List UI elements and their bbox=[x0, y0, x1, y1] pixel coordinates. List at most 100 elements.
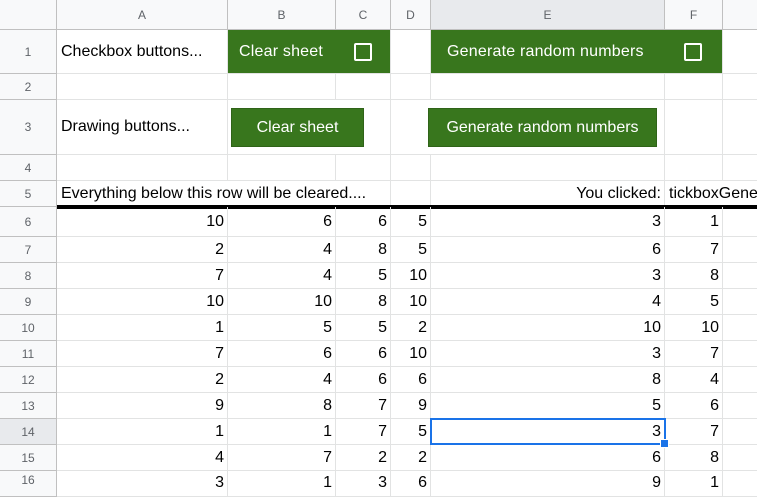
cell-c8[interactable]: 5 bbox=[336, 263, 391, 289]
cell-b14[interactable]: 1 bbox=[228, 419, 336, 445]
cell-b16[interactable]: 1 bbox=[228, 471, 336, 497]
cell-g14[interactable] bbox=[723, 419, 757, 445]
cell-a15[interactable]: 4 bbox=[57, 445, 228, 471]
cell-f3[interactable] bbox=[665, 100, 723, 155]
cell-a14[interactable]: 1 bbox=[57, 419, 228, 445]
cell-g8[interactable] bbox=[723, 263, 757, 289]
cell-e14[interactable]: 3 bbox=[431, 419, 665, 445]
generate-random-checkbox-label[interactable]: Generate random numbers bbox=[431, 30, 665, 74]
row-header[interactable]: 3 bbox=[0, 100, 57, 155]
cell-b8[interactable]: 4 bbox=[228, 263, 336, 289]
cell-f16[interactable]: 1 bbox=[665, 471, 723, 497]
you-clicked-value[interactable]: tickboxGene bbox=[665, 181, 757, 207]
cell-d11[interactable]: 10 bbox=[391, 341, 431, 367]
column-header-c[interactable]: C bbox=[336, 0, 391, 30]
cell-b4[interactable] bbox=[228, 155, 336, 181]
cell-d6[interactable]: 5 bbox=[391, 207, 431, 237]
cell-e12[interactable]: 8 bbox=[431, 367, 665, 393]
cell-c13[interactable]: 7 bbox=[336, 393, 391, 419]
cell-d15[interactable]: 2 bbox=[391, 445, 431, 471]
cell-a13[interactable]: 9 bbox=[57, 393, 228, 419]
cell-b12[interactable]: 4 bbox=[228, 367, 336, 393]
row-header[interactable]: 4 bbox=[0, 155, 57, 181]
cell-g6[interactable] bbox=[723, 207, 757, 237]
cell-e9[interactable]: 4 bbox=[431, 289, 665, 315]
cell-a10[interactable]: 1 bbox=[57, 315, 228, 341]
row-header[interactable]: 11 bbox=[0, 341, 57, 367]
column-header-d[interactable]: D bbox=[391, 0, 431, 30]
cell-d13[interactable]: 9 bbox=[391, 393, 431, 419]
cell-e7[interactable]: 6 bbox=[431, 237, 665, 263]
cell-e15[interactable]: 6 bbox=[431, 445, 665, 471]
drawing-buttons-label[interactable]: Drawing buttons... bbox=[57, 100, 228, 155]
row-header[interactable]: 16 bbox=[0, 471, 57, 497]
cell-d2[interactable] bbox=[391, 74, 431, 100]
generate-random-drawing-button[interactable]: Generate random numbers bbox=[428, 108, 657, 147]
cell-b15[interactable]: 7 bbox=[228, 445, 336, 471]
cell-e10[interactable]: 10 bbox=[431, 315, 665, 341]
cell-c11[interactable]: 6 bbox=[336, 341, 391, 367]
cell-a7[interactable]: 2 bbox=[57, 237, 228, 263]
cell-b10[interactable]: 5 bbox=[228, 315, 336, 341]
cell-d3[interactable] bbox=[391, 100, 431, 155]
cell-g13[interactable] bbox=[723, 393, 757, 419]
cell-a12[interactable]: 2 bbox=[57, 367, 228, 393]
cell-e13[interactable]: 5 bbox=[431, 393, 665, 419]
cell-g12[interactable] bbox=[723, 367, 757, 393]
cell-e2[interactable] bbox=[431, 74, 665, 100]
generate-random-checkbox-cell[interactable] bbox=[665, 30, 723, 74]
cell-b6[interactable]: 6 bbox=[228, 207, 336, 237]
row-header[interactable]: 9 bbox=[0, 289, 57, 315]
cell-f12[interactable]: 4 bbox=[665, 367, 723, 393]
cell-c6[interactable]: 6 bbox=[336, 207, 391, 237]
cell-f8[interactable]: 8 bbox=[665, 263, 723, 289]
cell-a8[interactable]: 7 bbox=[57, 263, 228, 289]
select-all-corner[interactable] bbox=[0, 0, 57, 30]
cell-d1[interactable] bbox=[391, 30, 431, 74]
cell-g1[interactable] bbox=[723, 30, 757, 74]
cell-a4[interactable] bbox=[57, 155, 228, 181]
column-header-a[interactable]: A bbox=[57, 0, 228, 30]
cell-f11[interactable]: 7 bbox=[665, 341, 723, 367]
cell-c10[interactable]: 5 bbox=[336, 315, 391, 341]
cell-f6[interactable]: 1 bbox=[665, 207, 723, 237]
cell-c4[interactable] bbox=[336, 155, 391, 181]
cell-c14[interactable]: 7 bbox=[336, 419, 391, 445]
cell-f7[interactable]: 7 bbox=[665, 237, 723, 263]
cell-d14[interactable]: 5 bbox=[391, 419, 431, 445]
cell-d9[interactable]: 10 bbox=[391, 289, 431, 315]
cell-d5[interactable] bbox=[391, 181, 431, 207]
cell-g16[interactable] bbox=[723, 471, 757, 497]
cell-c16[interactable]: 3 bbox=[336, 471, 391, 497]
row-header[interactable]: 5 bbox=[0, 181, 57, 207]
cell-c9[interactable]: 8 bbox=[336, 289, 391, 315]
cell-c15[interactable]: 2 bbox=[336, 445, 391, 471]
fill-handle[interactable] bbox=[660, 439, 669, 448]
cell-g4[interactable] bbox=[723, 155, 757, 181]
cell-a6[interactable]: 10 bbox=[57, 207, 228, 237]
cell-a2[interactable] bbox=[57, 74, 228, 100]
cell-g2[interactable] bbox=[723, 74, 757, 100]
row-header[interactable]: 7 bbox=[0, 237, 57, 263]
column-header-b[interactable]: B bbox=[228, 0, 336, 30]
cell-f4[interactable] bbox=[665, 155, 723, 181]
cell-b2[interactable] bbox=[228, 74, 336, 100]
cell-f14[interactable]: 7 bbox=[665, 419, 723, 445]
cell-b11[interactable]: 6 bbox=[228, 341, 336, 367]
row-header[interactable]: 2 bbox=[0, 74, 57, 100]
clear-sheet-drawing-button[interactable]: Clear sheet bbox=[231, 108, 364, 147]
cell-a9[interactable]: 10 bbox=[57, 289, 228, 315]
cell-c7[interactable]: 8 bbox=[336, 237, 391, 263]
cell-g9[interactable] bbox=[723, 289, 757, 315]
cell-c2[interactable] bbox=[336, 74, 391, 100]
row-header[interactable]: 1 bbox=[0, 30, 57, 74]
column-header-g[interactable] bbox=[723, 0, 757, 30]
cell-b13[interactable]: 8 bbox=[228, 393, 336, 419]
cell-d12[interactable]: 6 bbox=[391, 367, 431, 393]
row-header[interactable]: 6 bbox=[0, 207, 57, 237]
cell-d4[interactable] bbox=[391, 155, 431, 181]
cell-g3[interactable] bbox=[723, 100, 757, 155]
clear-sheet-checkbox-label[interactable]: Clear sheet bbox=[228, 30, 336, 74]
cell-f13[interactable]: 6 bbox=[665, 393, 723, 419]
cell-c12[interactable]: 6 bbox=[336, 367, 391, 393]
